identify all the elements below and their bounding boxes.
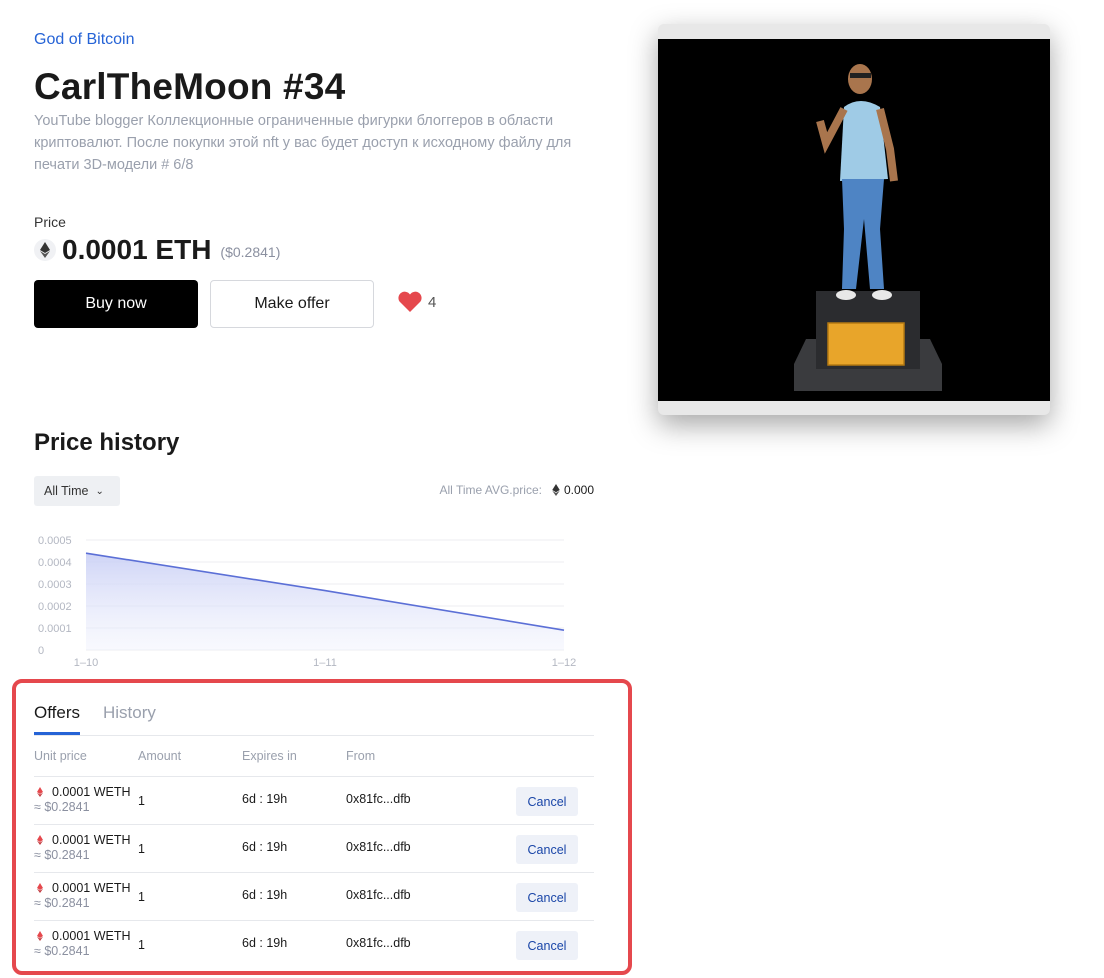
make-offer-button[interactable]: Make offer: [210, 280, 374, 328]
unit-price-usd: ≈ $0.2841: [34, 896, 90, 910]
like-count: 4: [428, 293, 437, 311]
unit-price-cell: 0.0001 WETH ≈ $0.2841: [34, 833, 131, 862]
unit-price-cell: 0.0001 WETH ≈ $0.2841: [34, 785, 131, 814]
table-row: 0.0001 WETH ≈ $0.2841 1 6d : 19h 0x81fc.…: [34, 920, 594, 968]
x-tick-label: 1–10: [74, 657, 98, 669]
col-from: From: [346, 749, 376, 763]
col-unit-price: Unit price: [34, 749, 87, 763]
weth-icon: [37, 931, 43, 941]
unit-price: 0.0001 WETH: [52, 833, 131, 847]
amount-cell: 1: [138, 794, 145, 808]
price-area: [86, 553, 564, 650]
heart-icon: [398, 291, 422, 312]
from-address[interactable]: 0x81fc...dfb: [346, 840, 411, 854]
y-tick-label: 0.0005: [38, 535, 72, 547]
expires-cell: 6d : 19h: [242, 840, 288, 854]
x-tick-label: 1–11: [313, 657, 337, 669]
cancel-offer-button[interactable]: Cancel: [516, 787, 578, 816]
price-history-title: Price history: [34, 429, 180, 456]
ethereum-icon: [552, 484, 560, 496]
unit-price-cell: 0.0001 WETH ≈ $0.2841: [34, 881, 131, 910]
cancel-offer-button[interactable]: Cancel: [516, 883, 578, 912]
time-range-value: All Time: [44, 484, 89, 498]
weth-icon: [37, 787, 43, 797]
tab-history[interactable]: History: [103, 703, 156, 723]
expires-cell: 6d : 19h: [242, 792, 288, 806]
amount-cell: 1: [138, 842, 145, 856]
price-amount: 0.0001 ETH: [62, 234, 212, 265]
unit-price-usd: ≈ $0.2841: [34, 848, 90, 862]
tab-offers[interactable]: Offers: [34, 703, 80, 723]
amount-cell: 1: [138, 938, 145, 952]
unit-price-cell: 0.0001 WETH ≈ $0.2841: [34, 929, 131, 958]
from-address[interactable]: 0x81fc...dfb: [346, 936, 411, 950]
from-address[interactable]: 0x81fc...dfb: [346, 792, 411, 806]
weth-icon: [37, 883, 43, 893]
y-tick-label: 0.0003: [38, 579, 72, 591]
y-tick-label: 0: [38, 645, 44, 657]
offers-tabs: Offers History: [34, 700, 594, 736]
table-row: 0.0001 WETH ≈ $0.2841 1 6d : 19h 0x81fc.…: [34, 776, 594, 824]
ethereum-icon: [34, 239, 56, 261]
nft-title: CarlTheMoon #34: [34, 66, 346, 107]
offers-table-body: 0.0001 WETH ≈ $0.2841 1 6d : 19h 0x81fc.…: [34, 776, 594, 968]
x-tick-label: 1–12: [552, 657, 576, 669]
unit-price-usd: ≈ $0.2841: [34, 800, 90, 814]
y-tick-label: 0.0001: [38, 623, 72, 635]
price-history-chart: 0.0005 0.0004 0.0003 0.0002 0.0001 0 1–10 1–11 1…: [38, 535, 576, 669]
collection-link[interactable]: God of Bitcoin: [34, 31, 135, 49]
weth-icon: [37, 835, 43, 845]
avg-price-value: 0.000: [563, 483, 594, 497]
unit-price-usd: ≈ $0.2841: [34, 944, 90, 958]
price-row: 0.0001 ETH ($0.2841): [34, 234, 280, 266]
avg-price: All Time AVG.price: 0.000: [439, 483, 594, 497]
cancel-offer-button[interactable]: Cancel: [516, 931, 578, 960]
unit-price: 0.0001 WETH: [52, 929, 131, 943]
nft-image: [658, 39, 1050, 401]
time-range-select[interactable]: All Time ⌄: [34, 476, 120, 506]
price-usd: ($0.2841): [220, 244, 281, 260]
buy-now-button[interactable]: Buy now: [34, 280, 198, 328]
expires-cell: 6d : 19h: [242, 936, 288, 950]
nft-media[interactable]: [658, 24, 1050, 415]
col-expires: Expires in: [242, 749, 297, 763]
chevron-down-icon: ⌄: [95, 485, 104, 497]
active-tab-indicator: [34, 732, 80, 735]
like-button[interactable]: 4: [397, 291, 436, 313]
table-row: 0.0001 WETH ≈ $0.2841 1 6d : 19h 0x81fc.…: [34, 872, 594, 920]
from-address[interactable]: 0x81fc...dfb: [346, 888, 411, 902]
amount-cell: 1: [138, 890, 145, 904]
unit-price: 0.0001 WETH: [52, 785, 131, 799]
unit-price: 0.0001 WETH: [52, 881, 131, 895]
y-tick-label: 0.0004: [38, 557, 72, 569]
cancel-offer-button[interactable]: Cancel: [516, 835, 578, 864]
table-row: 0.0001 WETH ≈ $0.2841 1 6d : 19h 0x81fc.…: [34, 824, 594, 872]
price-label: Price: [34, 214, 66, 230]
nft-description: YouTube blogger Коллекционные ограниченн…: [34, 113, 572, 173]
y-tick-label: 0.0002: [38, 601, 72, 613]
col-amount: Amount: [138, 749, 182, 763]
avg-price-label: All Time AVG.price:: [439, 483, 542, 497]
expires-cell: 6d : 19h: [242, 888, 288, 902]
